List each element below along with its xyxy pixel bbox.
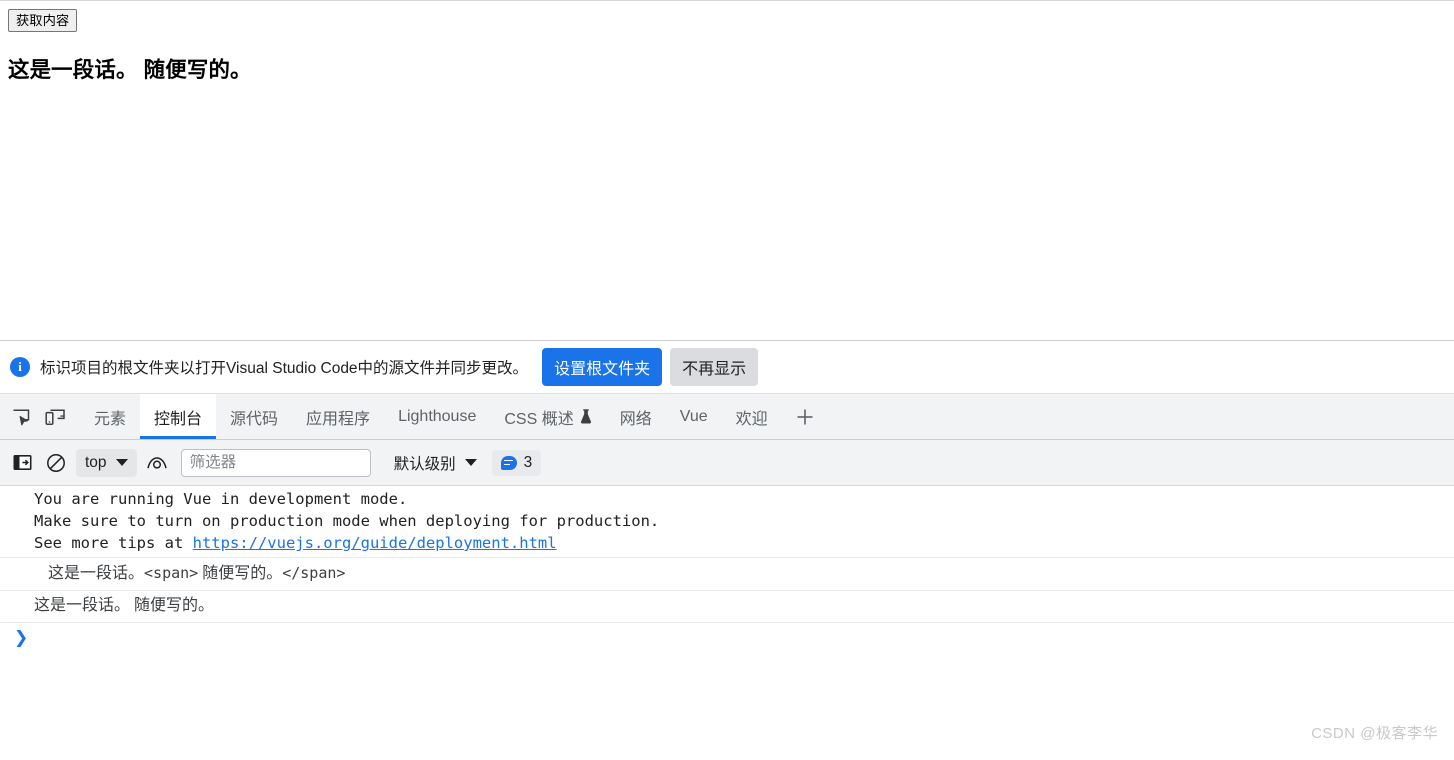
fetch-content-button[interactable]: 获取内容 bbox=[8, 9, 78, 32]
devtools-panel: i 标识项目的根文件夹以打开Visual Studio Code中的源文件并同步… bbox=[0, 340, 1454, 760]
tab-label: Vue bbox=[679, 407, 708, 425]
tab-label: 源代码 bbox=[230, 410, 279, 428]
console-message-text-output[interactable]: 这是一段话。 随便写的。 bbox=[0, 591, 1454, 623]
tab-label: 应用程序 bbox=[306, 410, 371, 428]
console-message-vue-dev-warning[interactable]: You are running Vue in development mode.… bbox=[0, 486, 1454, 558]
tab-label: CSS 概述 bbox=[504, 410, 574, 428]
tab-elements[interactable]: 元素 bbox=[80, 394, 140, 439]
page-viewport: 获取内容 这是一段话。 随便写的。 bbox=[0, 0, 1454, 340]
console-prompt-row[interactable]: ❯ bbox=[0, 623, 1454, 653]
console-filter-input[interactable] bbox=[180, 448, 371, 477]
set-root-folder-button[interactable]: 设置根文件夹 bbox=[542, 348, 663, 386]
message-count-badge[interactable]: 3 bbox=[491, 449, 542, 476]
chevron-down-icon bbox=[115, 459, 128, 466]
inspect-element-icon[interactable] bbox=[4, 394, 38, 439]
console-toolbar: top 默认级别 3 bbox=[0, 440, 1454, 486]
tabbar-divider bbox=[72, 394, 80, 439]
message-line: 这是一段话。<span> 随便写的。</span> bbox=[0, 560, 1454, 587]
dont-show-again-button[interactable]: 不再显示 bbox=[670, 348, 759, 386]
tab-vue[interactable]: Vue bbox=[666, 394, 722, 439]
message-line-with-link: See more tips at https://vuejs.org/guide… bbox=[0, 532, 1454, 554]
log-level-selector[interactable]: 默认级别 bbox=[385, 447, 486, 479]
console-sidebar-icon[interactable] bbox=[8, 449, 36, 477]
message-prefix: 这是一段话。 bbox=[48, 565, 145, 582]
execution-context-value: top bbox=[85, 453, 107, 471]
log-level-value: 默认级别 bbox=[393, 455, 456, 473]
message-line: You are running Vue in development mode. bbox=[34, 490, 408, 508]
message-middle: 随便写的。 bbox=[198, 565, 283, 582]
prompt-chevron-icon: ❯ bbox=[14, 628, 29, 648]
message-line: Make sure to turn on production mode whe… bbox=[34, 512, 660, 530]
experiment-flask-icon bbox=[580, 409, 592, 424]
message-line-text: See more tips at bbox=[34, 534, 193, 552]
console-message-list[interactable]: You are running Vue in development mode.… bbox=[0, 486, 1454, 760]
tab-label: 网络 bbox=[619, 410, 652, 428]
span-open-tag: <span> bbox=[144, 564, 199, 582]
device-toolbar-icon[interactable] bbox=[38, 394, 72, 439]
tab-css-overview[interactable]: CSS 概述 bbox=[490, 394, 605, 439]
execution-context-selector[interactable]: top bbox=[76, 448, 137, 477]
tab-label: 欢迎 bbox=[735, 410, 768, 428]
speech-bubble-icon bbox=[500, 455, 517, 470]
tab-welcome[interactable]: 欢迎 bbox=[722, 394, 782, 439]
message-line: 这是一段话。 随便写的。 bbox=[34, 597, 215, 614]
tab-sources[interactable]: 源代码 bbox=[216, 394, 292, 439]
tab-network[interactable]: 网络 bbox=[606, 394, 666, 439]
csdn-watermark: CSDN @极客李华 bbox=[1311, 725, 1438, 742]
page-content: 获取内容 这是一段话。 随便写的。 bbox=[0, 1, 1454, 92]
notice-message: 标识项目的根文件夹以打开Visual Studio Code中的源文件并同步更改… bbox=[40, 360, 529, 377]
tab-label: 控制台 bbox=[154, 410, 203, 428]
span-close-tag: </span> bbox=[282, 564, 346, 582]
chevron-down-icon bbox=[464, 459, 477, 466]
message-count-value: 3 bbox=[523, 453, 533, 471]
clear-console-icon[interactable] bbox=[42, 449, 70, 477]
tab-label: 元素 bbox=[94, 410, 127, 428]
tab-application[interactable]: 应用程序 bbox=[292, 394, 384, 439]
console-message-html-output[interactable]: 这是一段话。<span> 随便写的。</span> bbox=[0, 558, 1454, 591]
info-icon: i bbox=[10, 357, 30, 377]
deployment-docs-link[interactable]: https://vuejs.org/guide/deployment.html bbox=[193, 534, 557, 552]
tab-lighthouse[interactable]: Lighthouse bbox=[384, 394, 490, 439]
page-heading: 这是一段话。 随便写的。 bbox=[8, 58, 252, 82]
tab-console[interactable]: 控制台 bbox=[140, 394, 217, 439]
plus-icon[interactable] bbox=[782, 394, 828, 439]
tab-label: Lighthouse bbox=[398, 407, 477, 425]
devtools-tabbar: 元素 控制台 源代码 应用程序 Lighthouse CSS 概述 网络 Vue… bbox=[0, 394, 1454, 440]
workspace-notice-bar: i 标识项目的根文件夹以打开Visual Studio Code中的源文件并同步… bbox=[0, 341, 1454, 394]
live-expression-eye-icon[interactable] bbox=[143, 449, 171, 477]
